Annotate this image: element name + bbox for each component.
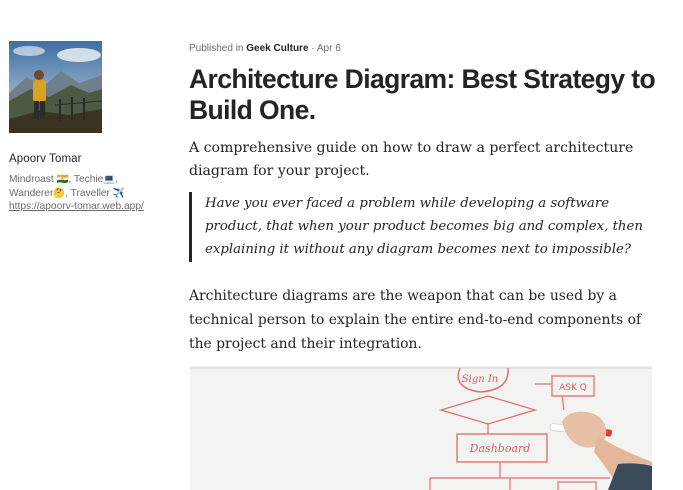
article-subtitle: A comprehensive guide on how to draw a p… (189, 140, 634, 179)
article-paragraph: Architecture diagrams are the weapon tha… (189, 287, 642, 352)
author-sidebar: Apoorv Tomar Mindroast 🇮🇳, Techie💻, Wand… (9, 41, 179, 214)
author-name[interactable]: Apoorv Tomar (9, 153, 179, 165)
author-bio: Mindroast 🇮🇳, Techie💻, Wanderer🤔, Travel… (9, 173, 179, 214)
publish-date: Apr 6 (316, 43, 341, 54)
bio-text: , Techie (68, 174, 104, 185)
article: Published in Geek Culture · Apr 6 Archit… (189, 42, 669, 356)
bio-text: , (115, 174, 119, 185)
avatar[interactable] (9, 41, 102, 133)
laptop-icon: 💻 (103, 174, 116, 185)
bio-text: Mindroast (9, 174, 57, 185)
thinking-face-icon: 🤔 (53, 187, 66, 199)
bio-text: , Traveller (65, 187, 113, 199)
india-flag-icon: 🇮🇳 (56, 174, 69, 185)
airplane-icon: ✈️ (112, 187, 125, 199)
article-quote: Have you ever faced a problem while deve… (189, 192, 669, 262)
article-image: Sign In ASK Q Dashboard (190, 366, 652, 490)
publication-link[interactable]: Geek Culture (246, 43, 308, 54)
article-meta: Published in Geek Culture · Apr 6 (189, 42, 669, 55)
diagram-label-signin: Sign In (462, 374, 498, 385)
author-website-link[interactable]: https://apoorv-tomar.web.app/ (9, 200, 179, 214)
article-title: Architecture Diagram: Best Strategy to B… (189, 64, 656, 125)
published-label: Published in (189, 43, 247, 54)
meta-separator: · (308, 43, 317, 54)
diagram-label-dashboard: Dashboard (469, 442, 531, 455)
bio-text: Wanderer (9, 187, 54, 199)
diagram-label-askq: ASK Q (559, 383, 587, 393)
